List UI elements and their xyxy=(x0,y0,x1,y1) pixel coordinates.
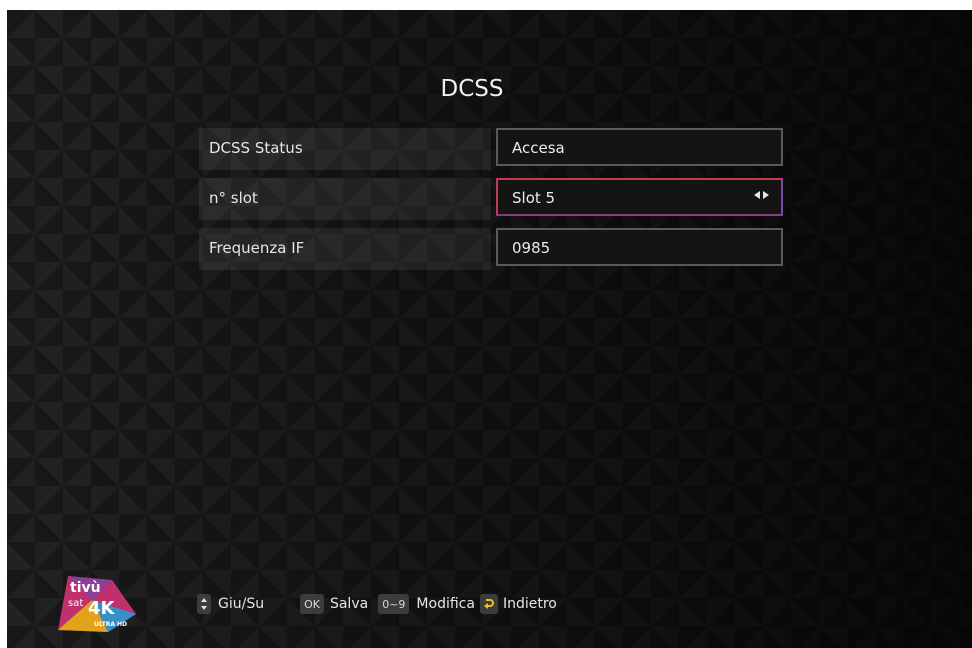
setting-row-slot[interactable]: n° slot Slot 5 xyxy=(199,178,783,220)
digits-key-icon: 0~9 xyxy=(378,594,410,614)
setting-label: n° slot xyxy=(209,189,258,207)
dcss-status-field[interactable]: Accesa xyxy=(496,128,783,166)
hint-digits-label: Modifica xyxy=(416,596,475,612)
arrow-left-icon xyxy=(754,191,760,199)
svg-text:tivù: tivù xyxy=(70,580,101,596)
hint-back-label: Indietro xyxy=(502,596,557,612)
ok-key-icon: OK xyxy=(300,594,324,614)
hint-updown-label: Giu/Su xyxy=(218,596,265,612)
tivusat-4k-logo: tivù sat 4K ULTRA HD xyxy=(58,576,136,632)
up-down-key-icon xyxy=(197,594,211,614)
setting-value: Accesa xyxy=(512,139,565,157)
hint-ok-label: Salva xyxy=(329,596,369,612)
svg-text:sat: sat xyxy=(68,598,83,609)
setting-value: Slot 5 xyxy=(512,189,556,207)
tv-screen: DCSS DCSS Status Accesa n° slot Slot 5 F… xyxy=(7,10,972,648)
arrow-right-icon xyxy=(763,191,769,199)
setting-value: 0985 xyxy=(512,239,551,257)
left-right-arrows-icon[interactable] xyxy=(754,191,769,199)
back-key-icon xyxy=(479,594,498,614)
setting-row-frequenza-if[interactable]: Frequenza IF 0985 xyxy=(199,228,783,270)
frequenza-if-field[interactable]: 0985 xyxy=(496,228,783,266)
setting-row-dcss-status[interactable]: DCSS Status Accesa xyxy=(199,128,783,170)
page-title: DCSS xyxy=(440,76,504,102)
svg-text:4K: 4K xyxy=(88,598,116,619)
setting-label: DCSS Status xyxy=(209,139,303,157)
slot-selector[interactable]: Slot 5 xyxy=(496,178,783,216)
svg-text:ULTRA HD: ULTRA HD xyxy=(94,621,127,628)
setting-label: Frequenza IF xyxy=(209,239,305,257)
key-hints-bar: Giu/Su OK Salva 0~9 Modifica Indietro xyxy=(197,592,557,616)
